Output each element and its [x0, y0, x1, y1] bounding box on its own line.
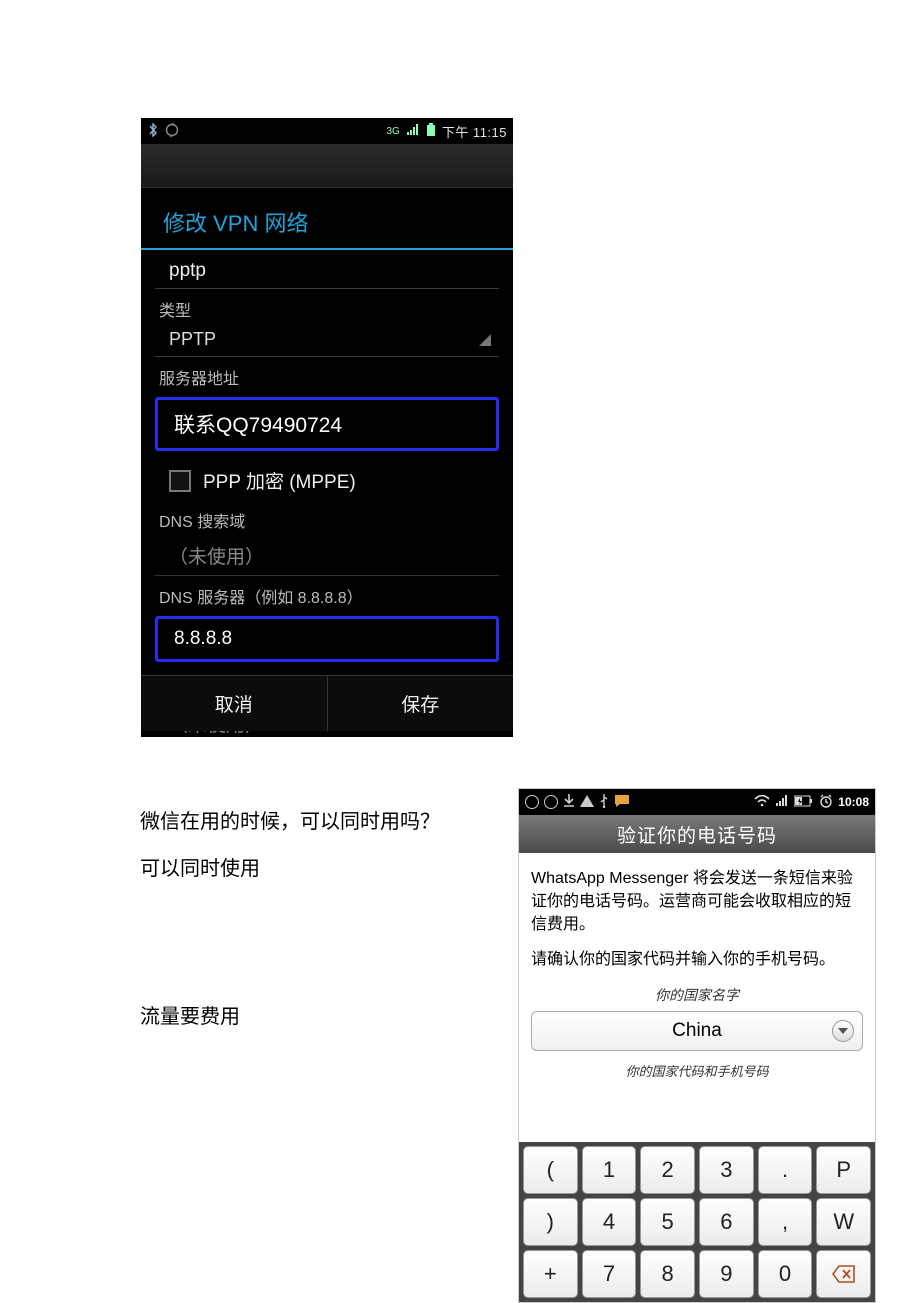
bluetooth-icon — [147, 123, 159, 140]
key-dot[interactable]: . — [758, 1146, 813, 1194]
dns-search-input[interactable]: （未使用） — [155, 534, 499, 576]
dns-server-input[interactable]: 8.8.8.8 — [155, 616, 499, 662]
country-select-value: China — [672, 1020, 722, 1042]
status2-time: 10:08 — [838, 795, 869, 809]
alarm-icon — [819, 794, 833, 811]
verify-title: 验证你的电话号码 — [519, 815, 875, 853]
dns-server-label: DNS 服务器（例如 8.8.8.8） — [155, 576, 499, 610]
status2-right-icons: 10:08 — [754, 794, 869, 811]
chat-notification-icon — [614, 794, 630, 811]
usb-icon — [599, 794, 609, 811]
ppp-encrypt-checkbox-row[interactable]: PPP 加密 (MPPE) — [155, 457, 499, 500]
verify-prompt-text: 请确认你的国家代码并输入你的手机号码。 — [519, 943, 875, 979]
type-value: PPTP — [169, 329, 216, 350]
vpn-form: pptp 类型 PPTP 服务器地址 联系QQ79490724 PPP 加密 (… — [141, 250, 513, 737]
key-1[interactable]: 1 — [582, 1146, 637, 1194]
status2-left-icons — [525, 794, 630, 811]
server-address-input[interactable]: 联系QQ79490724 — [155, 397, 499, 451]
key-7[interactable]: 7 — [582, 1250, 637, 1298]
status-bar-2: 10:08 — [519, 789, 875, 815]
ppp-encrypt-label: PPP 加密 (MPPE) — [203, 467, 356, 494]
dns-search-label: DNS 搜索域 — [155, 500, 499, 534]
key-backspace[interactable] — [816, 1250, 871, 1298]
warning-triangle-icon — [580, 795, 594, 810]
key-6[interactable]: 6 — [699, 1198, 754, 1246]
verify-info-text: WhatsApp Messenger 将会发送一条短信来验证你的电话号码。运营商… — [519, 853, 875, 943]
signal-icon — [775, 795, 789, 810]
key-8[interactable]: 8 — [640, 1250, 695, 1298]
wifi-icon — [754, 795, 770, 810]
vpn-settings-screenshot: 3G 下午 11:15 修改 VPN 网络 pptp 类型 PPTP 服务器地址… — [141, 118, 513, 737]
backspace-icon — [832, 1265, 856, 1283]
status-circle-icon — [544, 795, 558, 809]
key-0[interactable]: 0 — [758, 1250, 813, 1298]
keypad-row: + 7 8 9 0 — [521, 1248, 873, 1300]
status-circle-icon — [525, 795, 539, 809]
app-header — [141, 144, 513, 188]
answer-text: 可以同时使用 — [140, 852, 260, 881]
question-text: 微信在用的时候，可以同时用吗？ — [140, 805, 440, 834]
cancel-button[interactable]: 取消 — [141, 676, 327, 731]
dropdown-triangle-icon — [479, 334, 491, 346]
download-icon — [563, 794, 575, 811]
signal-icon — [406, 124, 420, 139]
network-3g-icon: 3G — [386, 126, 399, 137]
save-button[interactable]: 保存 — [327, 676, 514, 731]
status-bar: 3G 下午 11:15 — [141, 118, 513, 144]
whatsapp-verify-screenshot: 10:08 验证你的电话号码 WhatsApp Messenger 将会发送一条… — [518, 788, 876, 1303]
keypad-row: ( 1 2 3 . P — [521, 1144, 873, 1196]
key-p[interactable]: P — [816, 1146, 871, 1194]
status-right-icons: 3G 下午 11:15 — [386, 122, 507, 141]
code-phone-hint-label: 你的国家代码和手机号码 — [519, 1061, 875, 1080]
type-spinner[interactable]: PPTP — [155, 323, 499, 357]
key-5[interactable]: 5 — [640, 1198, 695, 1246]
key-w[interactable]: W — [816, 1198, 871, 1246]
key-paren-open[interactable]: ( — [523, 1146, 578, 1194]
checkbox-unchecked-icon — [169, 470, 191, 492]
note-text: 流量要费用 — [140, 1000, 240, 1029]
key-9[interactable]: 9 — [699, 1250, 754, 1298]
sync-icon — [165, 123, 179, 140]
key-plus[interactable]: + — [523, 1250, 578, 1298]
server-address-label: 服务器地址 — [155, 357, 499, 391]
status-left-icons — [147, 123, 179, 140]
key-3[interactable]: 3 — [699, 1146, 754, 1194]
dropdown-arrow-icon — [832, 1020, 854, 1042]
country-select[interactable]: China — [531, 1011, 863, 1051]
key-2[interactable]: 2 — [640, 1146, 695, 1194]
type-label: 类型 — [155, 289, 499, 323]
vpn-name-input[interactable]: pptp — [155, 252, 499, 289]
numeric-keypad: ( 1 2 3 . P ) 4 5 6 , W + 7 8 9 0 — [519, 1142, 875, 1302]
status-time: 下午 11:15 — [442, 122, 507, 141]
battery-charging-icon — [794, 795, 814, 810]
key-4[interactable]: 4 — [582, 1198, 637, 1246]
country-hint-label: 你的国家名字 — [519, 985, 875, 1005]
key-paren-close[interactable]: ) — [523, 1198, 578, 1246]
key-comma[interactable]: , — [758, 1198, 813, 1246]
keypad-row: ) 4 5 6 , W — [521, 1196, 873, 1248]
dialog-title: 修改 VPN 网络 — [141, 188, 513, 250]
dialog-button-row: 取消 保存 — [141, 675, 513, 731]
battery-icon — [426, 123, 436, 140]
